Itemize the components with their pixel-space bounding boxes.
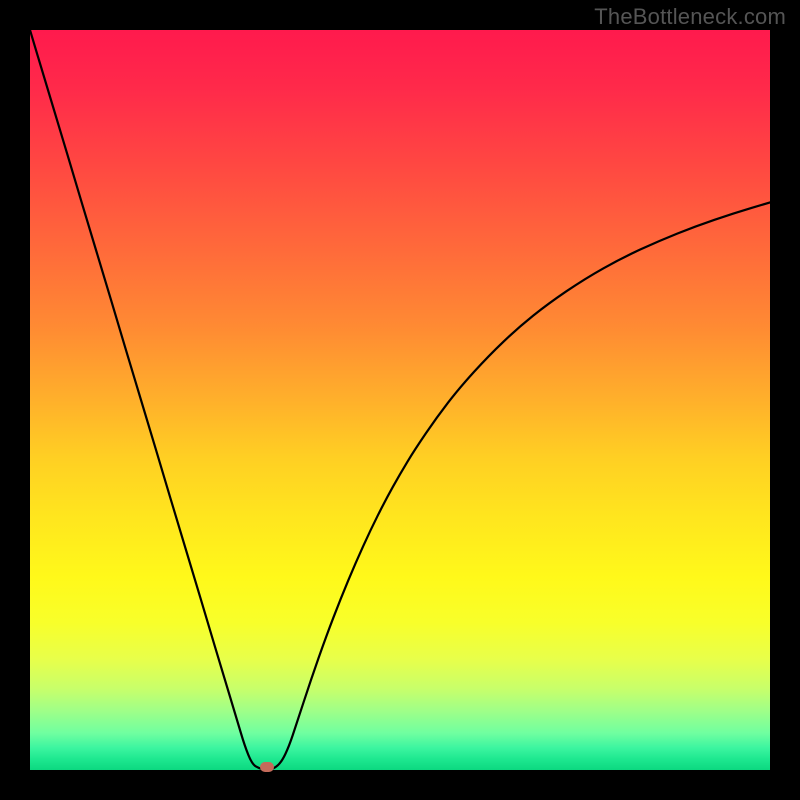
curve-path (30, 30, 770, 770)
chart-plot-area (30, 30, 770, 770)
bottleneck-curve (30, 30, 770, 770)
minimum-marker (260, 762, 274, 772)
watermark-text: TheBottleneck.com (594, 4, 786, 30)
